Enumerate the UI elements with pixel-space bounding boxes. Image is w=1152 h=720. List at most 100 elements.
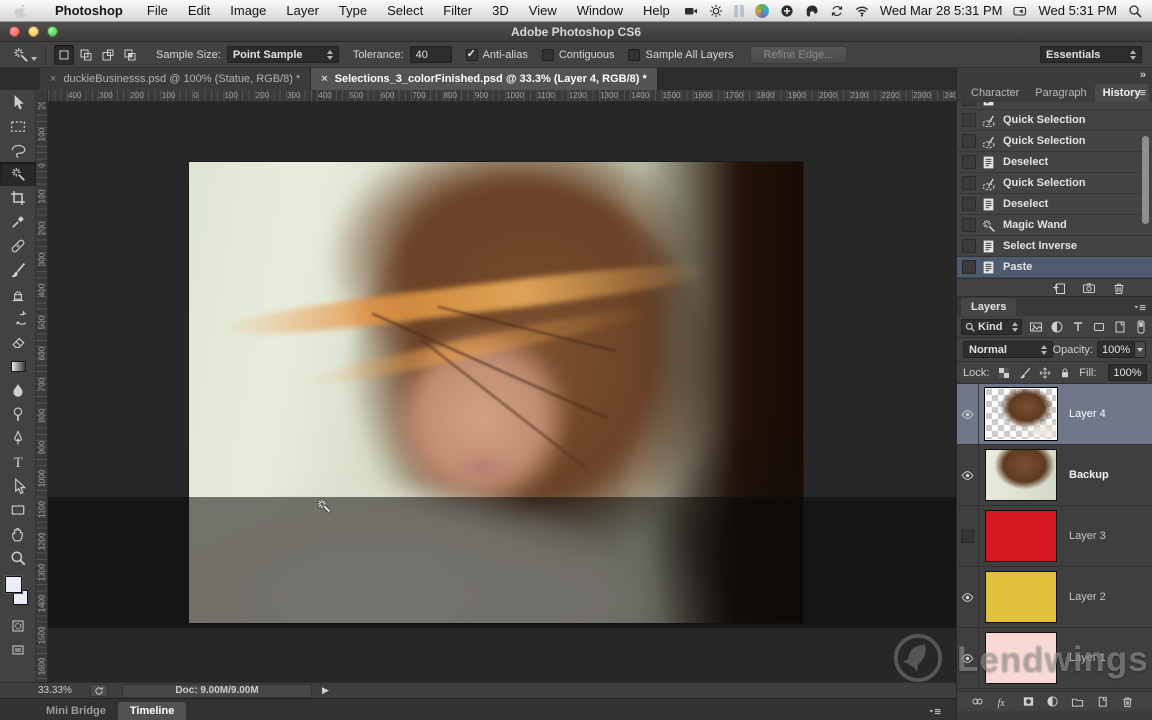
history-state-deselect[interactable]: Deselect: [957, 152, 1152, 173]
tab-layers[interactable]: Layers: [961, 298, 1017, 316]
apple-menu[interactable]: [14, 3, 29, 18]
fill-input[interactable]: 100%: [1108, 364, 1147, 381]
shape-tool-button[interactable]: [0, 498, 36, 522]
crop-tool-button[interactable]: [0, 186, 36, 210]
document-size-info[interactable]: Doc: 9.00M/9.00M: [122, 683, 312, 698]
tool-preset-picker[interactable]: [12, 46, 37, 63]
history-source-well[interactable]: [962, 113, 976, 127]
layer-name[interactable]: Layer 4: [1069, 408, 1106, 420]
layer-name[interactable]: Layer 2: [1069, 591, 1106, 603]
sample-all-layers-checkbox-group[interactable]: Sample All Layers: [628, 48, 734, 61]
pen-tool-button[interactable]: [0, 426, 36, 450]
layer-filter-kind-dropdown[interactable]: Kind: [961, 318, 1022, 335]
link-layers-icon[interactable]: [971, 695, 984, 708]
layer-group-icon[interactable]: [1071, 695, 1084, 708]
history-state-quick-selection[interactable]: Quick Selection: [957, 110, 1152, 131]
history-source-well[interactable]: [962, 197, 976, 211]
layers-panel-menu-button[interactable]: [1133, 301, 1147, 315]
status-options-arrow[interactable]: ▶: [322, 685, 329, 696]
menu-window[interactable]: Window: [567, 3, 633, 18]
layer-thumbnail[interactable]: [985, 571, 1057, 623]
opacity-input[interactable]: 100%: [1096, 341, 1136, 358]
history-state-paste[interactable]: Paste: [957, 257, 1152, 278]
contiguous-checkbox-group[interactable]: Contiguous: [541, 48, 614, 61]
foreground-color-swatch[interactable]: [5, 576, 22, 593]
history-source-well[interactable]: [962, 134, 976, 148]
color-app-icon[interactable]: [754, 3, 769, 18]
tab-character[interactable]: Character: [963, 84, 1027, 102]
healing-brush-tool-button[interactable]: [0, 234, 36, 258]
tab-paragraph[interactable]: Paragraph: [1027, 84, 1094, 102]
lasso-tool-button[interactable]: [0, 138, 36, 162]
brush-tool-button[interactable]: [0, 258, 36, 282]
menu-image[interactable]: Image: [220, 3, 276, 18]
menu-filter[interactable]: Filter: [433, 3, 482, 18]
history-state-select-inverse[interactable]: Select Inverse: [957, 236, 1152, 257]
refresh-button[interactable]: [90, 684, 108, 697]
type-filter-icon[interactable]: [1071, 320, 1085, 334]
delete-state-icon[interactable]: [1112, 281, 1126, 295]
history-state-clipped[interactable]: [957, 102, 1152, 110]
menu-layer[interactable]: Layer: [276, 3, 329, 18]
ruler-origin-corner[interactable]: [36, 90, 48, 102]
pixel-filter-icon[interactable]: [1029, 320, 1043, 334]
history-source-well[interactable]: [962, 260, 976, 274]
menu-select[interactable]: Select: [377, 3, 433, 18]
refine-edge-button[interactable]: Refine Edge...: [749, 45, 848, 64]
menu-view[interactable]: View: [519, 3, 567, 18]
opacity-dropdown-button[interactable]: [1135, 341, 1146, 358]
history-source-well[interactable]: [962, 102, 976, 106]
delete-layer-icon[interactable]: [1121, 695, 1134, 708]
brightness-icon[interactable]: [709, 4, 723, 18]
lock-all-icon[interactable]: [1059, 367, 1071, 379]
quick-mask-button[interactable]: [0, 614, 36, 638]
layer-mask-icon[interactable]: [1022, 695, 1035, 708]
sample-size-dropdown[interactable]: Point Sample: [226, 46, 339, 63]
history-state-quick-selection[interactable]: Quick Selection: [957, 173, 1152, 194]
lock-position-icon[interactable]: [1039, 367, 1051, 379]
smart-object-filter-icon[interactable]: [1113, 320, 1127, 334]
menu-type[interactable]: Type: [329, 3, 377, 18]
vertical-ruler[interactable]: 200 100 0 100 200 300 400 500 600 700 800 900 1000 11…: [36, 102, 48, 682]
history-brush-tool-button[interactable]: [0, 306, 36, 330]
new-snapshot-icon[interactable]: [1082, 281, 1096, 295]
layer-thumbnail[interactable]: [985, 449, 1057, 501]
clone-stamp-tool-button[interactable]: [0, 282, 36, 306]
layer-row-layer-3[interactable]: Layer 3: [957, 505, 1152, 567]
new-layer-icon[interactable]: [1096, 695, 1109, 708]
history-state-deselect[interactable]: Deselect: [957, 194, 1152, 215]
shape-filter-icon[interactable]: [1092, 320, 1106, 334]
history-panel-menu-button[interactable]: [1133, 86, 1147, 100]
menu-3d[interactable]: 3D: [482, 3, 519, 18]
evernote-icon[interactable]: [805, 4, 819, 18]
adjustment-layer-icon[interactable]: [1046, 695, 1059, 708]
eraser-tool-button[interactable]: [0, 330, 36, 354]
lock-pixels-icon[interactable]: [1019, 367, 1031, 379]
menubar-date-time[interactable]: Wed Mar 28 5:31 PM: [880, 3, 1003, 18]
filter-toggle-icon[interactable]: [1134, 320, 1148, 334]
adjustment-filter-icon[interactable]: [1050, 320, 1064, 334]
horizontal-ruler[interactable]: 400 300 200 100 0 100 200 300 400 500 600 700 800 900…: [48, 90, 956, 102]
menu-help[interactable]: Help: [633, 3, 680, 18]
dodge-tool-button[interactable]: [0, 402, 36, 426]
visibility-toggle[interactable]: [957, 444, 979, 506]
layer-thumbnail[interactable]: [985, 510, 1057, 562]
layer-row-layer-2[interactable]: Layer 2: [957, 566, 1152, 628]
layer-row-layer-1[interactable]: Layer 1: [957, 627, 1152, 689]
doc-tab-selections-3-colorfinished[interactable]: × Selections_3_colorFinished.psd @ 33.3%…: [311, 68, 658, 90]
visibility-toggle[interactable]: [957, 566, 979, 628]
menu-file[interactable]: File: [137, 3, 178, 18]
input-source-icon[interactable]: [1013, 4, 1027, 18]
layer-thumbnail[interactable]: [985, 388, 1057, 440]
selection-mode-add-button[interactable]: [76, 45, 96, 65]
anti-alias-checkbox[interactable]: [465, 47, 478, 61]
history-source-well[interactable]: [962, 239, 976, 253]
app-switcher-icon[interactable]: [733, 4, 744, 17]
screen-mode-button[interactable]: [0, 638, 36, 662]
hand-tool-button[interactable]: [0, 522, 36, 546]
anti-alias-checkbox-group[interactable]: Anti-alias: [465, 47, 528, 61]
plus-badge-icon[interactable]: [780, 4, 794, 18]
marquee-tool-button[interactable]: [0, 114, 36, 138]
visibility-toggle[interactable]: [957, 627, 979, 689]
gradient-tool-button[interactable]: [0, 354, 36, 378]
